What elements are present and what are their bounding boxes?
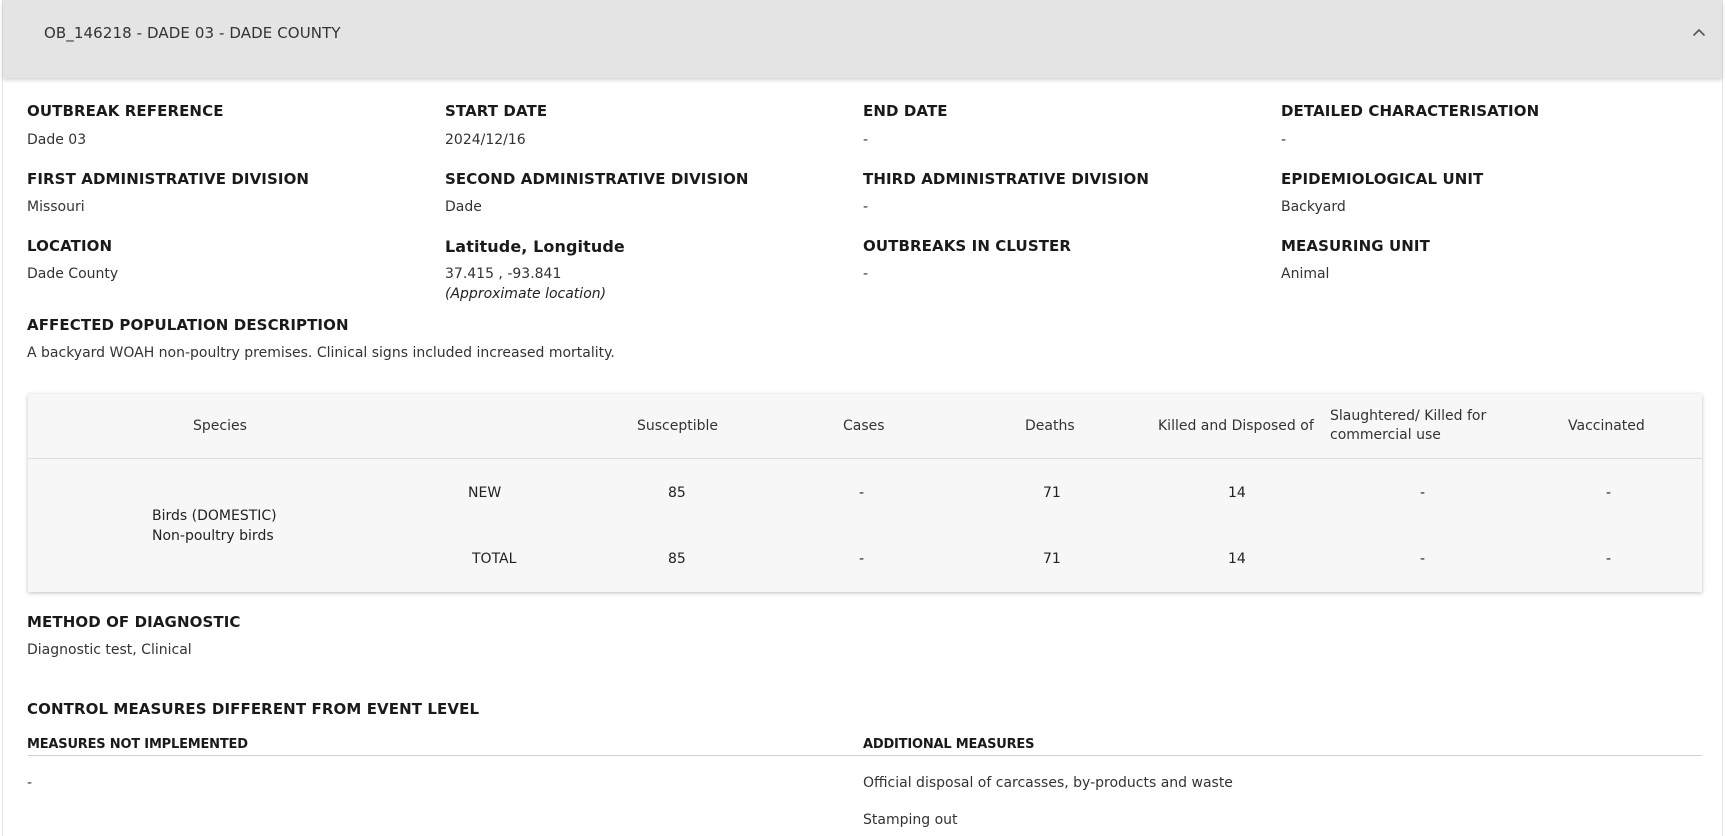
outbreak-title: OB_146218 - DADE 03 - DADE COUNTY (44, 24, 341, 42)
outbreak-accordion-header[interactable]: OB_146218 - DADE 03 - DADE COUNTY (3, 0, 1722, 78)
row-type: TOTAL (472, 551, 517, 567)
method-of-diagnostic-value: Diagnostic test, Clinical (27, 642, 192, 658)
measuring-unit-value: Animal (1281, 266, 1330, 282)
third-admin-division-value: - (863, 199, 869, 215)
cell-cases: - (859, 485, 865, 501)
cell-cases: - (859, 551, 865, 567)
cell-vaccinated: - (1606, 485, 1612, 501)
cell-killed-disposed: 14 (1228, 485, 1246, 501)
approximate-location-note: (Approximate location) (445, 286, 607, 302)
additional-measure-item: Official disposal of carcasses, by-produ… (863, 775, 1233, 791)
lat-long-label: Latitude, Longitude (445, 237, 625, 256)
detailed-characterisation-value: - (1281, 132, 1287, 148)
epidemiological-unit-value: Backyard (1281, 199, 1346, 215)
measures-not-implemented-label: MEASURES NOT IMPLEMENTED (27, 737, 248, 752)
col-header-vaccinated: Vaccinated (1568, 418, 1645, 434)
measuring-unit-label: MEASURING UNIT (1281, 237, 1430, 255)
measure-not-implemented-item: - (27, 775, 33, 791)
outbreaks-in-cluster-label: OUTBREAKS IN CLUSTER (863, 237, 1072, 255)
cell-susceptible: 85 (668, 485, 686, 501)
cell-deaths: 71 (1043, 485, 1061, 501)
cell-slaughtered: - (1420, 551, 1426, 567)
detailed-characterisation-label: DETAILED CHARACTERISATION (1281, 102, 1540, 120)
measures-divider (28, 755, 1702, 756)
first-admin-division-label: FIRST ADMINISTRATIVE DIVISION (27, 170, 310, 188)
species-table: Species Susceptible Cases Deaths Killed … (28, 394, 1702, 592)
outbreak-reference-value: Dade 03 (27, 132, 87, 148)
end-date-label: END DATE (863, 102, 948, 120)
col-header-susceptible: Susceptible (637, 418, 719, 434)
location-value: Dade County (27, 266, 119, 282)
affected-population-value: A backyard WOAH non-poultry premises. Cl… (27, 345, 615, 361)
third-admin-division-label: THIRD ADMINISTRATIVE DIVISION (863, 170, 1150, 188)
start-date-label: START DATE (445, 102, 548, 120)
row-type: NEW (468, 485, 502, 501)
end-date-value: - (863, 132, 869, 148)
location-label: LOCATION (27, 237, 113, 255)
table-header-divider (28, 458, 1702, 459)
outbreak-panel: OB_146218 - DADE 03 - DADE COUNTY OUTBRE… (2, 0, 1723, 836)
first-admin-division-value: Missouri (27, 199, 85, 215)
col-header-species: Species (193, 418, 247, 434)
cell-vaccinated: - (1606, 551, 1612, 567)
cell-killed-disposed: 14 (1228, 551, 1246, 567)
second-admin-division-label: SECOND ADMINISTRATIVE DIVISION (445, 170, 749, 188)
col-header-killed-disposed: Killed and Disposed of (1158, 418, 1314, 434)
method-of-diagnostic-label: METHOD OF DIAGNOSTIC (27, 613, 241, 631)
species-cell: Birds (DOMESTIC) Non-poultry birds (152, 506, 277, 546)
outbreak-reference-label: OUTBREAK REFERENCE (27, 102, 224, 120)
cell-susceptible: 85 (668, 551, 686, 567)
col-header-cases: Cases (843, 418, 885, 434)
additional-measures-label: ADDITIONAL MEASURES (863, 737, 1035, 752)
chevron-up-icon[interactable] (1689, 22, 1709, 42)
species-line-2: Non-poultry birds (152, 528, 274, 544)
control-measures-title: CONTROL MEASURES DIFFERENT FROM EVENT LE… (27, 700, 480, 718)
col-header-slaughtered: Slaughtered/ Killed for commercial use (1330, 408, 1487, 443)
col-header-deaths: Deaths (1025, 418, 1075, 434)
species-line-1: Birds (DOMESTIC) (152, 508, 277, 524)
second-admin-division-value: Dade (445, 199, 482, 215)
epidemiological-unit-label: EPIDEMIOLOGICAL UNIT (1281, 170, 1484, 188)
cell-slaughtered: - (1420, 485, 1426, 501)
outbreaks-in-cluster-value: - (863, 266, 869, 282)
start-date-value: 2024/12/16 (445, 132, 526, 148)
cell-deaths: 71 (1043, 551, 1061, 567)
lat-long-value: 37.415 , -93.841 (445, 266, 562, 282)
additional-measure-item: Stamping out (863, 812, 958, 828)
affected-population-label: AFFECTED POPULATION DESCRIPTION (27, 316, 349, 334)
